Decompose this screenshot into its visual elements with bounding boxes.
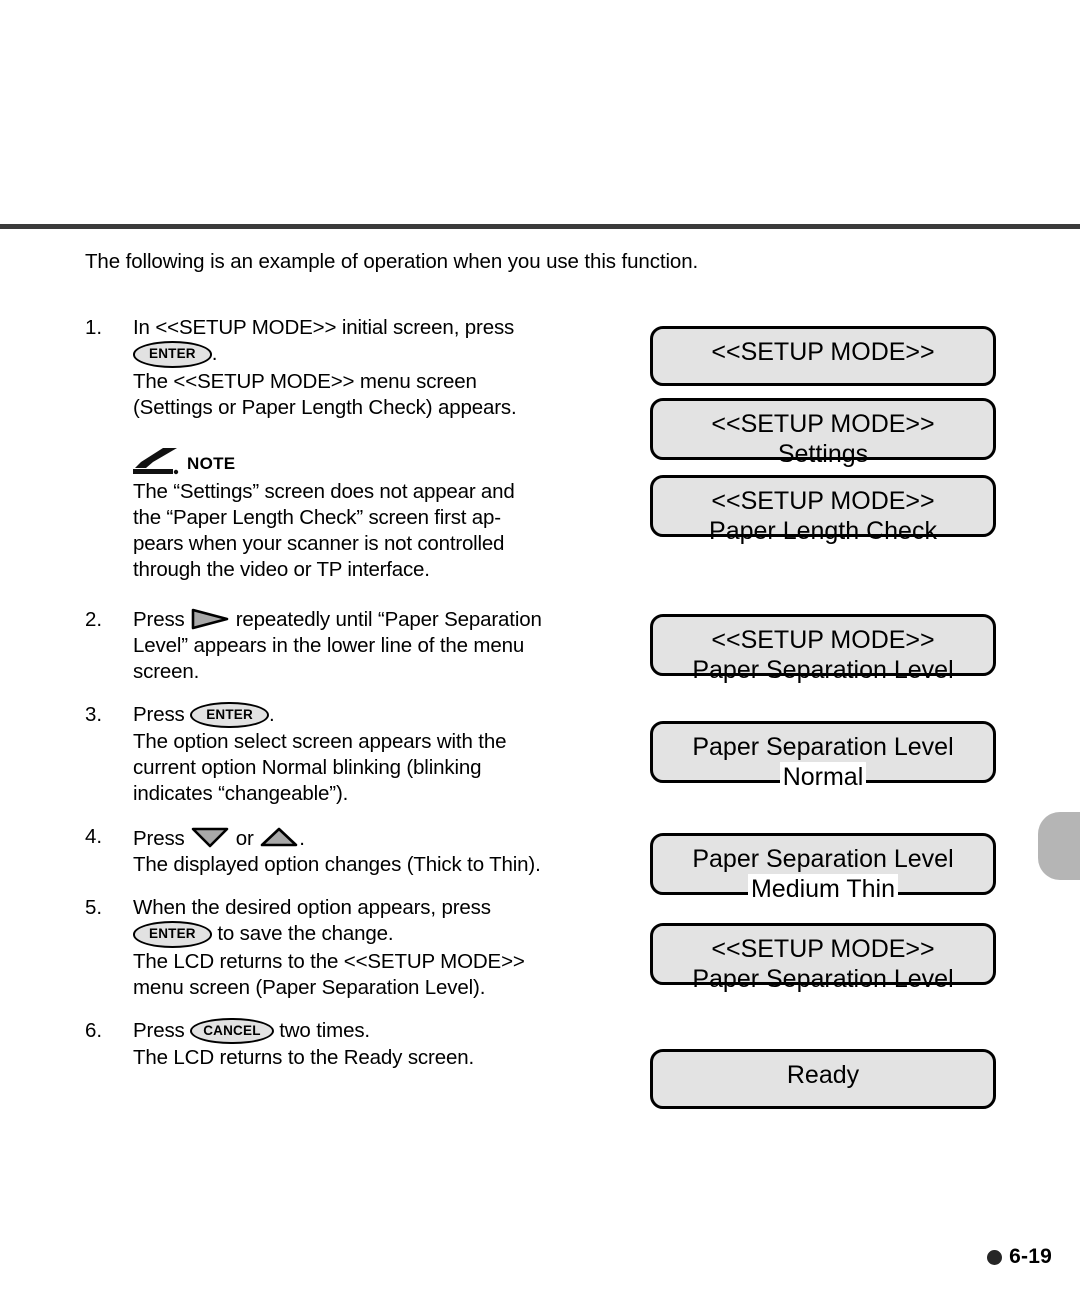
step-3-period: .	[268, 702, 275, 726]
page-footer: 6-19	[987, 1245, 1052, 1269]
lcd-line-2-blinking-value: Normal	[779, 762, 867, 792]
step-2-body: Press repeatedly until “Paper Separation…	[133, 607, 625, 685]
note-line-4: through the video or TP interface.	[133, 557, 430, 581]
lcd-panel-setup-mode-paper-length-check: <<SETUP MODE>> Paper Length Check	[650, 475, 996, 545]
step-3-line-3: current option Normal blinking (blinking	[133, 756, 482, 779]
lcd-line-1: Ready	[786, 1061, 860, 1089]
right-triangle-button-icon[interactable]	[190, 608, 230, 630]
note-line-3: pears when your scanner is not controlle…	[133, 531, 505, 555]
step-3-line-1: Press ENTER.	[133, 701, 625, 730]
step-3: 3. Press ENTER. The option select screen…	[85, 701, 625, 808]
lcd-panel-setup-mode-paper-separation-level-return: <<SETUP MODE>> Paper Separation Level	[650, 923, 996, 993]
step-5-body: When the desired option appears, press E…	[133, 895, 625, 1001]
step-3-line-4: indicates “changeable”).	[133, 782, 349, 805]
step-4-number: 4.	[85, 825, 103, 848]
lcd-line-1: <<SETUP MODE>>	[711, 487, 935, 515]
lcd-line-2: Paper Separation Level	[692, 656, 954, 684]
lcd-panel-setup-mode-settings: <<SETUP MODE>> Settings	[650, 398, 996, 468]
step-2-line-1: Press repeatedly until “Paper Separation	[133, 607, 542, 631]
step-1-line-4: (Settings or Paper Length Check) appears…	[133, 395, 517, 419]
page-number: 6-19	[1009, 1245, 1052, 1268]
note-block: NOTE The “Settings” screen does not appe…	[85, 447, 625, 583]
step-5-line-1: When the desired option appears, press	[133, 896, 491, 919]
lcd-line-1: <<SETUP MODE>>	[711, 935, 935, 963]
lcd-panel-ready: Ready	[650, 1049, 996, 1109]
lcd-panel-paper-separation-level-normal: Paper Separation Level Normal	[650, 721, 996, 792]
step-5-line-2: ENTER to save the change.	[133, 921, 625, 949]
chapter-thumb-tab	[1038, 812, 1080, 880]
step-3-body: Press ENTER. The option select screen ap…	[133, 701, 625, 808]
step-2-number: 2.	[85, 607, 103, 631]
lcd-line-2: Paper Separation Level	[692, 965, 954, 993]
lcd-line-1: <<SETUP MODE>>	[711, 410, 935, 438]
step-5-line-3: The LCD returns to the <<SETUP MODE>>	[133, 949, 525, 973]
filled-circle-icon	[987, 1249, 1003, 1265]
step-5: 5. When the desired option appears, pres…	[85, 895, 625, 1001]
step-2: 2. Press repeatedly until “Paper Separat…	[85, 607, 625, 685]
step-2-line-3: screen.	[133, 659, 200, 683]
step-6-line-2: The LCD returns to the Ready screen.	[133, 1046, 474, 1069]
step-4: 4. Press or . The displayed option chang…	[85, 824, 625, 878]
step-6: 6. Press CANCEL two times. The LCD retur…	[85, 1017, 625, 1072]
up-triangle-button-icon[interactable]	[259, 825, 299, 849]
lcd-line-2-blinking-value: Medium Thin	[747, 874, 899, 904]
step-5-number: 5.	[85, 896, 103, 919]
step-6-line-1: Press CANCEL two times.	[133, 1017, 625, 1046]
lcd-line-1: Paper Separation Level	[692, 845, 954, 873]
step-1: 1. In <<SETUP MODE>> initial screen, pre…	[85, 315, 625, 421]
step-5-line-4: menu screen (Paper Separation Level).	[133, 975, 486, 999]
note-pencil-icon	[133, 447, 179, 477]
step-4-period: .	[299, 827, 305, 850]
enter-key-icon[interactable]: ENTER	[133, 341, 212, 368]
lcd-line-2: Settings	[777, 440, 869, 468]
step-6-body: Press CANCEL two times. The LCD returns …	[133, 1017, 625, 1072]
lcd-line-2: Paper Length Check	[709, 517, 937, 545]
note-title: NOTE	[187, 453, 236, 473]
note-body: The “Settings” screen does not appear an…	[133, 479, 625, 583]
step-4-line-2: The displayed option changes (Thick to T…	[133, 853, 541, 876]
step-1-number: 1.	[85, 316, 103, 339]
step-6-number: 6.	[85, 1018, 103, 1042]
lcd-line-1: Paper Separation Level	[692, 733, 954, 761]
intro-paragraph: The following is an example of operation…	[85, 250, 699, 273]
step-1-line-2: ENTER.	[133, 341, 625, 369]
step-2-line-2: Level” appears in the lower line of the …	[133, 633, 525, 657]
note-heading: NOTE	[133, 447, 625, 477]
lcd-line-1: <<SETUP MODE>>	[711, 626, 935, 654]
step-4-line-1: Press or .	[133, 825, 305, 850]
cancel-key-icon[interactable]: CANCEL	[190, 1017, 274, 1044]
header-rule	[0, 224, 1080, 229]
down-triangle-button-icon[interactable]	[190, 825, 230, 849]
instruction-steps: 1. In <<SETUP MODE>> initial screen, pre…	[85, 315, 625, 1088]
lcd-panel-setup-mode-initial: <<SETUP MODE>>	[650, 326, 996, 386]
note-line-1: The “Settings” screen does not appear an…	[133, 479, 515, 503]
note-line-2: the “Paper Length Check” screen first ap…	[133, 505, 501, 529]
lcd-line-1: <<SETUP MODE>>	[711, 338, 935, 366]
step-1-period: .	[211, 342, 218, 365]
step-1-body: In <<SETUP MODE>> initial screen, press …	[133, 315, 625, 421]
step-3-line-2: The option select screen appears with th…	[133, 730, 507, 753]
step-4-body: Press or . The displayed option changes …	[133, 824, 625, 878]
enter-key-icon[interactable]: ENTER	[190, 701, 269, 728]
lcd-panel-paper-separation-level-medium-thin: Paper Separation Level Medium Thin	[650, 833, 996, 904]
step-3-number: 3.	[85, 702, 103, 726]
step-1-line-1: In <<SETUP MODE>> initial screen, press	[133, 316, 515, 339]
lcd-panel-setup-mode-paper-separation-level: <<SETUP MODE>> Paper Separation Level	[650, 614, 996, 684]
step-1-line-3: The <<SETUP MODE>> menu screen	[133, 369, 477, 393]
enter-key-icon[interactable]: ENTER	[133, 921, 212, 948]
